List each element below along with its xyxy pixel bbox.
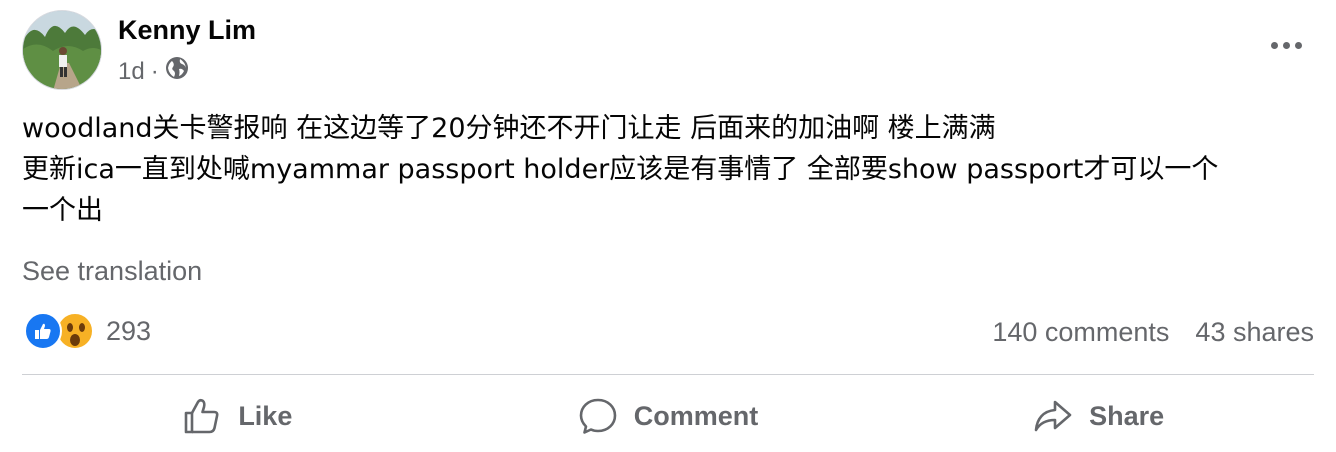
post-meta: 1d · [118,56,189,87]
thumbs-up-icon [185,398,219,434]
wow-eye-icon [67,323,73,332]
see-translation-link[interactable]: See translation [22,254,202,288]
author-name[interactable]: Kenny Lim [118,14,256,46]
more-options-button[interactable] [1266,33,1306,57]
share-label: Share [1089,400,1165,431]
comment-label: Comment [633,400,759,431]
meta-separator: · [150,57,159,85]
shares-count-link[interactable]: 43 shares [1195,314,1314,350]
more-dot-icon [1282,41,1290,49]
post-timestamp[interactable]: 1d [118,58,145,86]
like-reaction-icon [24,312,62,350]
post-actions-bar: Like Comment Share [22,384,1314,448]
post-text-line: 更新ica一直到处喊myammar passport holder应该是有事情了… [22,154,1219,185]
like-button[interactable]: Like [22,384,453,448]
post-text: woodland关卡警报响 在这边等了20分钟还不开门让走 后面来的加油啊 楼上… [22,108,1312,231]
post-text-line: 一个出 [22,195,103,226]
author-avatar[interactable] [22,10,102,90]
comments-count-link[interactable]: 140 comments [992,314,1169,350]
globe-icon [165,56,189,87]
share-arrow-icon [1034,400,1072,432]
more-dot-icon [1294,41,1302,49]
comment-button[interactable]: Comment [453,384,884,448]
wow-mouth-icon [70,334,80,346]
engagement-stats: 140 comments 43 shares [992,314,1314,350]
like-label: Like [238,400,293,431]
actions-divider [22,374,1314,375]
comment-bubble-icon [579,398,617,434]
share-button[interactable]: Share [883,384,1314,448]
more-dot-icon [1270,41,1278,49]
reaction-count[interactable]: 293 [106,316,151,347]
reactions-summary[interactable]: 293 [24,312,151,350]
wow-eye-icon [79,323,85,332]
post-text-line: woodland关卡警报响 在这边等了20分钟还不开门让走 后面来的加油啊 楼上… [22,113,996,144]
